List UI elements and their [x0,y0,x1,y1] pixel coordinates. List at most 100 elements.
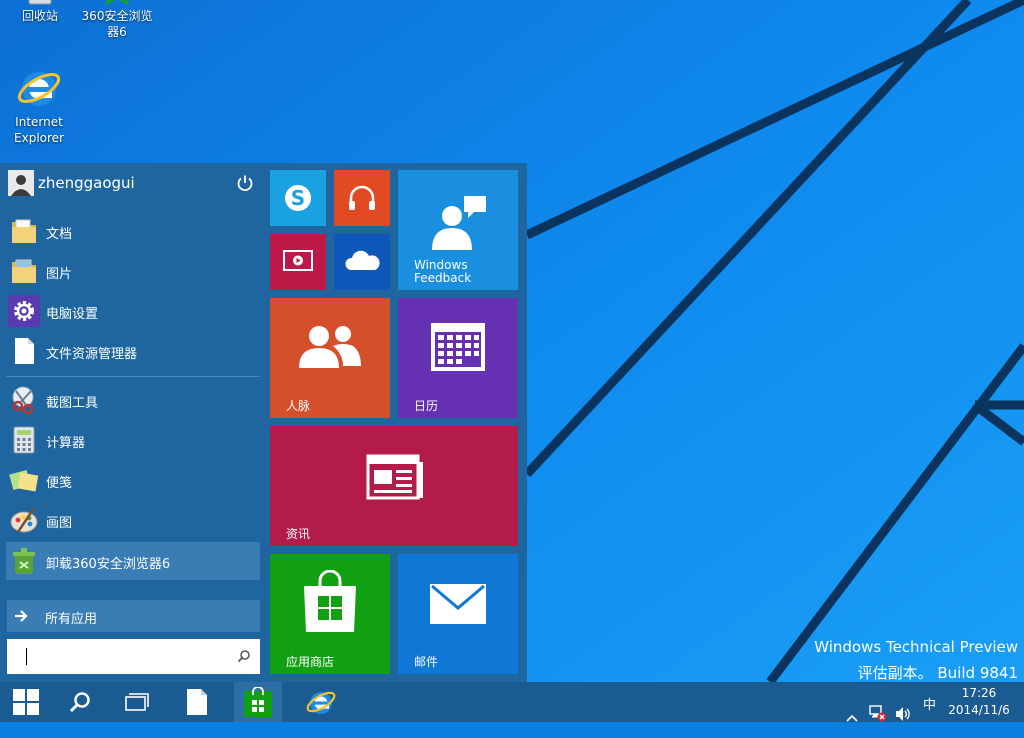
tile-calendar[interactable]: 日历 [398,298,518,418]
scissors-icon [12,386,34,415]
svg-text:S: S [291,186,305,210]
avatar [8,170,34,196]
mail-envelope-icon [430,584,486,624]
tile-music[interactable] [334,170,390,226]
start-item-label: 电脑设置 [46,307,99,322]
start-item-label: 图片 [46,267,73,282]
start-item-pc-settings[interactable]: 电脑设置 [6,292,260,330]
volume-icon[interactable] [894,694,912,734]
start-item-sticky-notes[interactable]: 便笺 [6,461,260,499]
folder-documents-icon [12,219,36,243]
desktop-icon-label: 360安全浏览 [81,9,153,23]
calculator-icon [13,426,35,454]
arrow-right-icon [15,610,28,622]
tile-mail[interactable]: 邮件 [398,554,518,674]
tile-people[interactable]: 人脉 [270,298,390,418]
cloud-icon [345,250,380,270]
task-view-icon [125,693,149,711]
start-item-label: 卸载360安全浏览器6 [46,557,171,572]
search-icon [69,692,90,713]
start-search-box[interactable] [7,639,260,674]
user-avatar-icon [8,170,34,196]
feedback-icon [432,196,486,250]
store-bag-icon [244,687,272,717]
network-disconnected-icon[interactable] [868,693,888,733]
calendar-icon [431,323,485,371]
ime-indicator[interactable]: 中 [923,694,936,734]
start-item-calculator[interactable]: 计算器 [6,421,260,459]
watermark-line1: Windows Technical Preview [814,638,1018,656]
start-item-label: 文档 [46,227,73,242]
power-icon[interactable] [236,174,254,192]
user-account-button[interactable]: zhenggaogui [0,163,268,203]
uninstall-icon [13,548,35,574]
start-item-snipping-tool[interactable]: 截图工具 [6,381,260,419]
separator [6,376,260,377]
people-icon [299,326,361,368]
tile-video[interactable] [270,234,326,290]
start-menu: zhenggaogui 文档 图片 电脑设置 文件资源管理器 截图工具 计算器 … [0,163,527,682]
desktop-icon-label: 回收站 [21,9,58,23]
desktop-icon-label: Explorer [14,131,64,145]
search-button[interactable] [56,682,104,722]
desktop-icon-label: 器6 [107,25,127,39]
show-hidden-icons-icon[interactable] [846,698,858,738]
internet-explorer-icon [306,691,336,714]
video-icon [283,250,313,271]
search-icon[interactable] [237,649,251,663]
folder-pictures-icon [12,259,36,283]
clock[interactable]: 17:26 2014/11/6 [944,685,1014,719]
clock-date: 2014/11/6 [948,703,1010,717]
tile-label: Windows Feedback [414,258,472,285]
store-button[interactable] [234,682,282,722]
windows-logo-icon [13,689,39,715]
desktop-icon-label: Internet [15,115,63,129]
tile-onedrive[interactable] [334,234,390,290]
skype-icon: S [285,185,311,211]
desktop-icon-360-browser[interactable]: 360安全浏览 器6 [77,0,157,40]
desktop-icon-internet-explorer[interactable]: Internet Explorer [0,64,79,146]
sticky-notes-icon [9,469,39,492]
tile-label: 日历 [414,399,439,413]
start-item-uninstall-360-browser[interactable]: 卸载360安全浏览器6 [6,542,260,580]
user-name: zhenggaogui [38,174,135,192]
desktop-icon-recycle-bin[interactable]: 回收站 [0,0,80,24]
tile-news[interactable]: 资讯 [270,426,518,546]
tile-store[interactable]: 应用商店 [270,554,390,674]
start-button[interactable] [0,682,50,722]
tile-label: 人脉 [286,399,311,413]
tile-label: 应用商店 [286,655,335,669]
tile-skype[interactable]: S [270,170,326,226]
360-browser-icon [104,0,130,6]
start-item-label: 便笺 [46,476,73,491]
start-item-paint[interactable]: 画图 [6,501,260,539]
tile-label: 资讯 [286,527,311,541]
start-item-label: 文件资源管理器 [46,347,138,362]
internet-explorer-icon [17,72,61,106]
internet-explorer-button[interactable] [296,682,346,722]
paint-palette-icon [10,507,38,533]
news-icon [366,454,423,500]
all-apps-label: 所有应用 [45,612,98,627]
clock-time: 17:26 [961,686,997,700]
tile-windows-feedback[interactable]: Windows Feedback [398,170,518,290]
file-explorer-button[interactable] [172,682,220,722]
start-item-file-explorer[interactable]: 文件资源管理器 [6,332,260,370]
start-item-pictures[interactable]: 图片 [6,252,260,290]
start-item-documents[interactable]: 文档 [6,212,260,250]
file-icon [15,338,34,364]
gear-icon [8,295,40,327]
taskbar: 中 17:26 2014/11/6 [0,682,1024,722]
file-icon [187,689,207,715]
search-input[interactable] [25,645,229,669]
tile-label: 邮件 [414,655,439,669]
start-item-label: 计算器 [46,436,86,451]
recycle-bin-icon [28,0,52,5]
start-item-label: 截图工具 [46,396,99,411]
task-view-button[interactable] [112,682,160,722]
all-apps-button[interactable]: 所有应用 [7,600,260,632]
start-item-label: 画图 [46,516,73,531]
start-menu-left-pane: zhenggaogui 文档 图片 电脑设置 文件资源管理器 截图工具 计算器 … [0,163,268,682]
headphones-icon [349,185,375,210]
watermark-line2: 评估副本。 Build 9841 [857,664,1018,682]
